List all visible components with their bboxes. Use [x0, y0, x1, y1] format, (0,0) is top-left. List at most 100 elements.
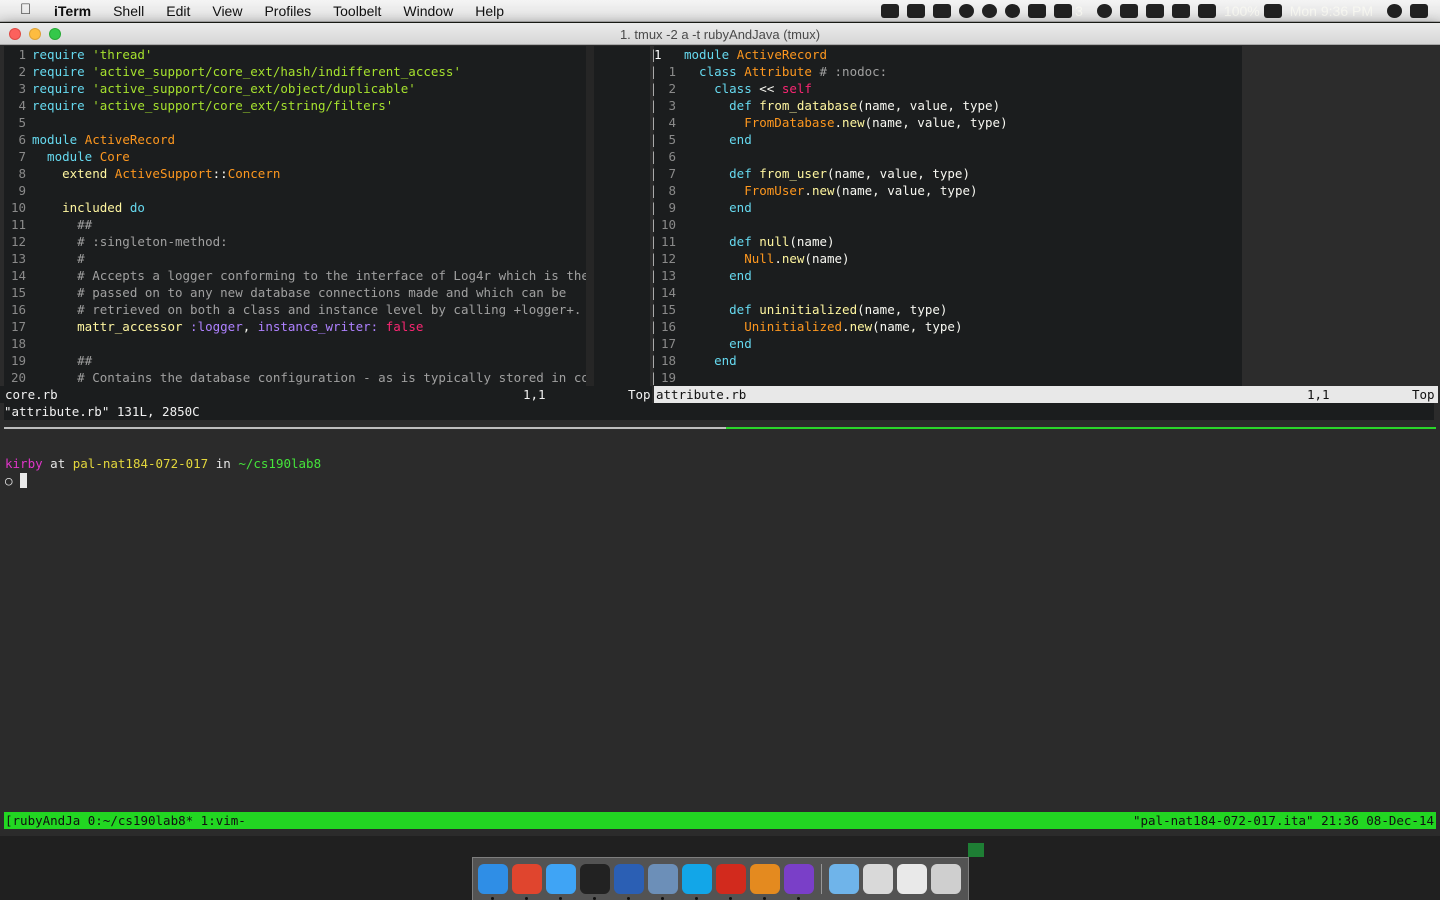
code-token: #	[32, 251, 85, 266]
code-token: self	[781, 81, 812, 96]
prompt-user: kirby	[5, 456, 43, 471]
preview-icon[interactable]	[648, 864, 678, 900]
line-number: 16	[660, 319, 676, 334]
pdf-icon[interactable]	[716, 864, 746, 900]
sublime-icon[interactable]	[750, 864, 780, 900]
menu-profiles[interactable]: Profiles	[264, 3, 311, 19]
line-number: 2	[18, 64, 26, 79]
code-token: null	[759, 234, 790, 249]
notification-count[interactable]: 3	[1075, 3, 1083, 19]
sync-icon[interactable]	[1005, 4, 1021, 18]
dv-icon[interactable]	[1197, 4, 1216, 18]
code-token: (name, value, type)	[864, 115, 1008, 130]
bell-icon[interactable]	[1096, 4, 1112, 18]
code-line: 12 Null.new(name)	[654, 250, 1242, 267]
screen-icon[interactable]	[881, 4, 900, 18]
code-token: 'active_support/core_ext/hash/indifferen…	[92, 64, 461, 79]
airplay-icon[interactable]	[1119, 4, 1138, 18]
imovie-icon[interactable]	[784, 864, 814, 900]
apple-icon[interactable]: 	[20, 1, 31, 18]
menu-shell[interactable]: Shell	[113, 3, 144, 19]
skype-icon[interactable]	[682, 864, 712, 900]
right-scroll: Top	[1412, 387, 1435, 402]
code-token: .	[842, 319, 850, 334]
finder-icon[interactable]	[478, 864, 508, 900]
folder-icon[interactable]	[829, 864, 859, 894]
dropbox-icon[interactable]	[907, 4, 926, 18]
pane-divider-area	[594, 46, 650, 386]
code-token: extend	[32, 166, 115, 181]
linkedin-icon[interactable]	[1028, 4, 1047, 18]
menu-edit[interactable]: Edit	[166, 3, 190, 19]
code-token: mattr_accessor	[32, 319, 191, 334]
word-icon[interactable]	[614, 864, 644, 900]
tmux-session-windows[interactable]: [rubyAndJa 0:~/cs190lab8* 1:vim-	[5, 812, 246, 829]
code-token: require	[32, 47, 93, 62]
left-cursor-pos: 1,1	[523, 387, 546, 402]
battery-percent[interactable]: 100%	[1224, 3, 1260, 19]
line-number: 6	[668, 149, 676, 164]
clock[interactable]: Mon 9:36 PM	[1290, 3, 1373, 19]
volume-icon[interactable]	[1145, 4, 1164, 18]
code-token: # passed on to any new database connecti…	[32, 285, 567, 300]
mail-icon[interactable]	[897, 864, 927, 894]
code-line: 3 def from_database(name, value, type)	[654, 97, 1242, 114]
vim-pane-core[interactable]: 1 require 'thread' 2 require 'active_suppor…	[4, 46, 586, 386]
code-token: end	[684, 336, 752, 351]
battery-icon[interactable]	[1263, 4, 1282, 18]
line-number: 19	[660, 370, 676, 385]
menu-iterm[interactable]: iTerm	[54, 3, 91, 19]
code-line: 18	[4, 335, 586, 352]
line-number: 4	[668, 115, 676, 130]
code-token: def	[684, 302, 760, 317]
status-area: 3 100% Mon 9:36 PM	[881, 2, 1440, 20]
tmux-host-clock: "pal-nat184-072-017.ita" 21:36 08-Dec-14	[1132, 813, 1434, 828]
trash-icon[interactable]	[931, 864, 961, 894]
horizontal-split-bar[interactable]	[4, 427, 1436, 429]
code-token: uninitialized	[759, 302, 858, 317]
wifi-icon[interactable]	[1171, 4, 1190, 18]
drive-icon[interactable]	[982, 4, 998, 18]
chrome-icon[interactable]	[512, 864, 542, 900]
code-token: def	[684, 166, 760, 181]
code-token: # :nodoc:	[811, 64, 888, 79]
dock	[472, 857, 969, 900]
desktop-marker	[968, 843, 984, 857]
code-line: 10	[654, 216, 1242, 233]
search-icon[interactable]	[1387, 4, 1402, 18]
menu-toolbelt[interactable]: Toolbelt	[333, 3, 381, 19]
cloud-icon[interactable]	[959, 4, 975, 18]
code-line: 7 def from_user(name, value, type)	[654, 165, 1242, 182]
code-line: 9	[4, 182, 586, 199]
code-line: 5 end	[654, 131, 1242, 148]
code-token: Attribute	[744, 64, 812, 79]
line-number: 17	[660, 336, 676, 351]
terminal-icon[interactable]	[580, 864, 610, 900]
code-line: 4 require 'active_support/core_ext/string…	[4, 97, 586, 114]
menu-view[interactable]: View	[212, 3, 242, 19]
list-icon[interactable]	[1410, 4, 1428, 18]
evernote-icon[interactable]	[933, 4, 952, 18]
messages-icon[interactable]	[546, 864, 576, 900]
code-line: 17 end	[654, 335, 1242, 352]
downloads-icon[interactable]	[863, 864, 893, 894]
code-line: 8 FromUser.new(name, value, type)	[654, 182, 1242, 199]
vim-pane-attribute[interactable]: 1 module ActiveRecord 1 class Attribute # …	[654, 46, 1242, 386]
font-icon[interactable]	[1054, 4, 1073, 18]
menu-help[interactable]: Help	[475, 3, 504, 19]
input-line[interactable]: ○	[5, 472, 1435, 489]
code-line: 20 # Contains the database configuration…	[4, 369, 586, 386]
title-bar[interactable]: 1. tmux -2 a -t rubyAndJava (tmux)	[0, 23, 1440, 45]
code-token: instance_writer:	[257, 319, 379, 334]
code-line: 19 ##	[4, 352, 586, 369]
code-token: end	[684, 268, 752, 283]
code-line: 15 # passed on to any new database conne…	[4, 284, 586, 301]
code-line: 6 module ActiveRecord	[4, 131, 586, 148]
line-number: 14	[10, 268, 26, 283]
code-token: .	[834, 115, 843, 130]
code-token: 'thread'	[92, 47, 153, 62]
shell-pane[interactable]: kirby at pal-nat184-072-017 in ~/cs190la…	[5, 455, 1435, 815]
menu-window[interactable]: Window	[403, 3, 453, 19]
code-line: 13 #	[4, 250, 586, 267]
